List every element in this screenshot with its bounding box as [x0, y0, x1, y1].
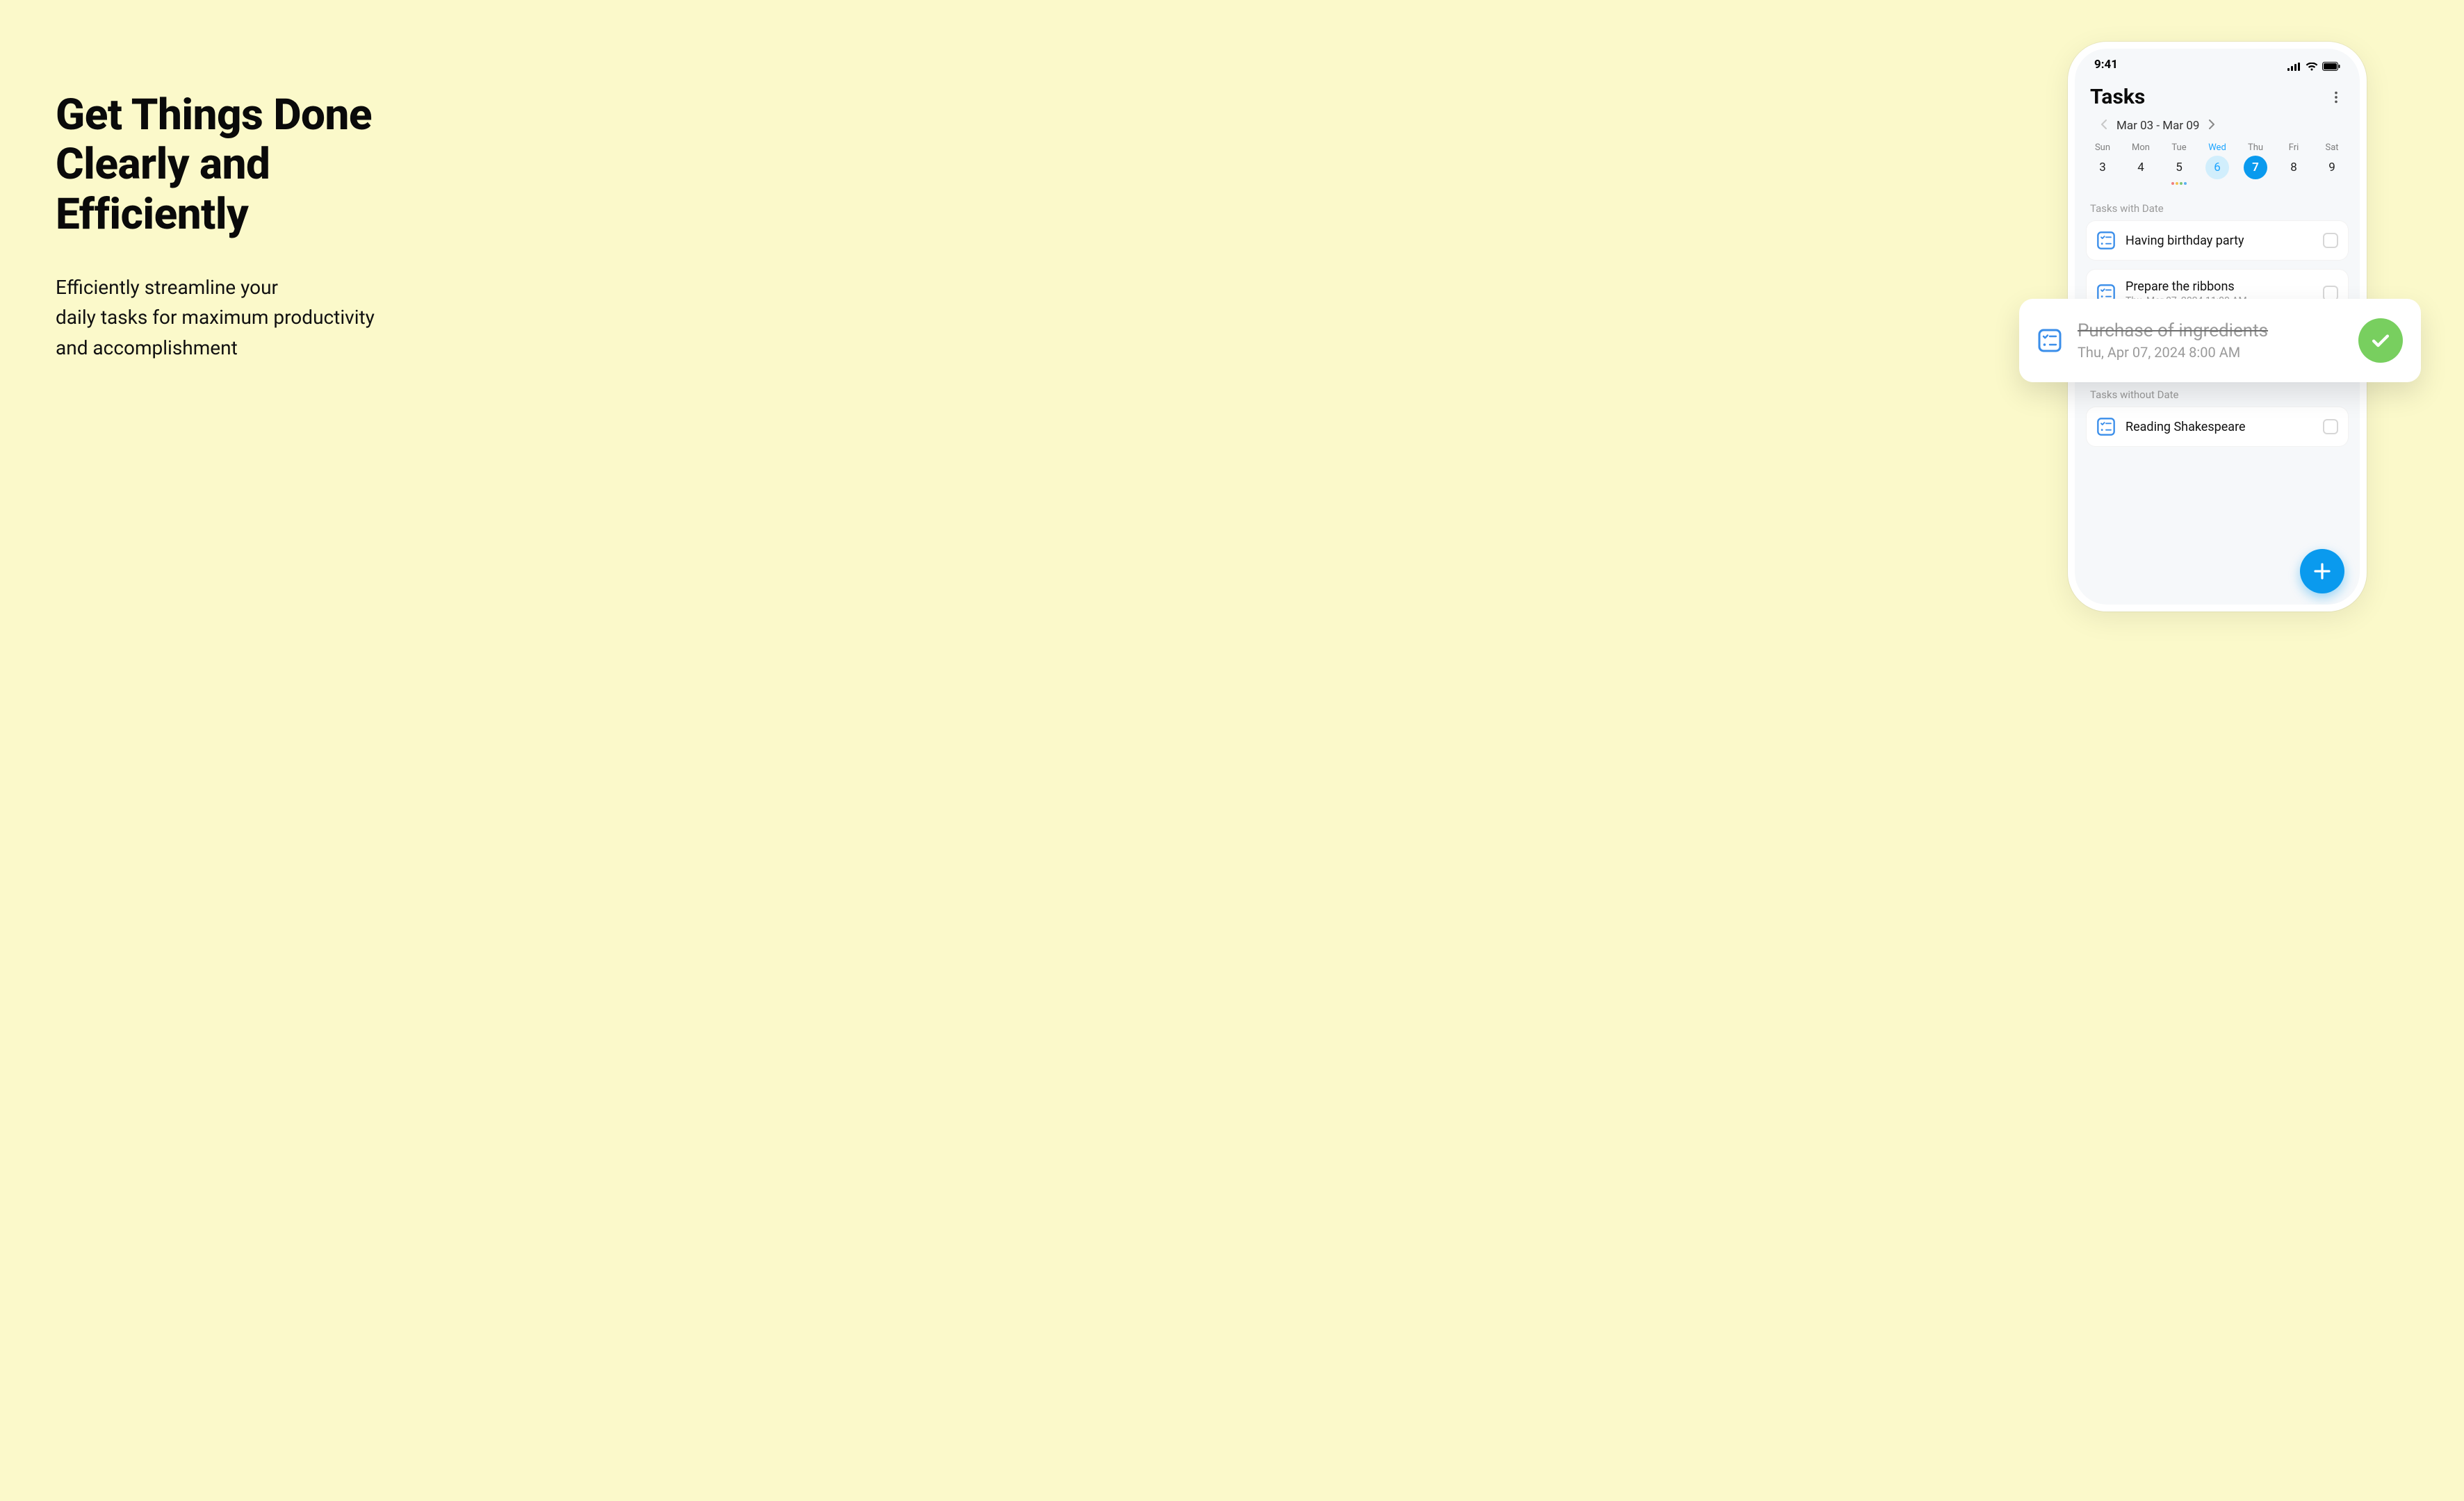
headline: Get Things Done Clearly and Efficiently — [56, 90, 500, 239]
day-event-dots — [2171, 182, 2187, 186]
subheadline: Efficiently streamline your daily tasks … — [56, 272, 500, 363]
day-fri[interactable]: Fri 8 — [2278, 142, 2309, 186]
day-wed[interactable]: Wed 6 — [2202, 142, 2233, 186]
date-range-label: Mar 03 - Mar 09 — [2116, 119, 2199, 133]
day-label: Mon — [2132, 142, 2150, 153]
headline-line-1: Get Things Done — [56, 90, 372, 140]
task-card[interactable]: Having birthday party — [2086, 220, 2349, 261]
subhead-line-2: daily tasks for maximum productivity — [56, 306, 375, 329]
day-sat[interactable]: Sat 9 — [2317, 142, 2347, 186]
day-label: Sun — [2095, 142, 2110, 153]
day-label: Thu — [2248, 142, 2263, 153]
chevron-left-icon — [2100, 120, 2107, 129]
cellular-signal-icon — [2287, 60, 2301, 69]
task-done-badge[interactable] — [2358, 318, 2403, 363]
task-title: Having birthday party — [2126, 233, 2313, 248]
subhead-line-1: Efficiently streamline your — [56, 276, 278, 299]
completed-task-meta: Thu, Apr 07, 2024 8:00 AM — [2078, 344, 2343, 361]
task-checkbox[interactable] — [2323, 233, 2338, 248]
status-time: 9:41 — [2094, 58, 2118, 72]
day-mon[interactable]: Mon 4 — [2126, 142, 2156, 186]
headline-line-3: Efficiently — [56, 189, 248, 240]
battery-icon — [2322, 60, 2340, 69]
completed-task-title: Purchase of ingredients — [2078, 320, 2343, 341]
task-title: Prepare the ribbons — [2126, 279, 2313, 294]
day-number: 8 — [2282, 156, 2306, 179]
day-number: 7 — [2244, 156, 2267, 179]
prev-week-button[interactable] — [2098, 119, 2110, 133]
page-title: Tasks — [2090, 85, 2145, 109]
day-label: Wed — [2208, 142, 2226, 153]
task-list-icon — [2096, 231, 2116, 250]
status-bar: 9:41 — [2075, 49, 2360, 81]
day-label: Fri — [2289, 142, 2299, 153]
wifi-icon — [2306, 60, 2318, 69]
day-tue[interactable]: Tue 5 — [2164, 142, 2194, 186]
day-label: Sat — [2325, 142, 2338, 153]
more-menu-button[interactable] — [2328, 89, 2344, 106]
day-number: 6 — [2205, 156, 2229, 179]
check-icon — [2369, 329, 2392, 352]
chevron-right-icon — [2208, 120, 2215, 129]
task-card[interactable]: Reading Shakespeare — [2086, 407, 2349, 447]
task-list-icon — [2096, 417, 2116, 436]
subhead-line-3: and accomplishment — [56, 336, 238, 359]
more-vertical-icon — [2328, 90, 2344, 105]
completed-task-popup[interactable]: Purchase of ingredients Thu, Apr 07, 202… — [2019, 299, 2421, 382]
day-number: 9 — [2320, 156, 2344, 179]
next-week-button[interactable] — [2206, 119, 2217, 133]
task-list-icon — [2037, 328, 2062, 353]
section-tasks-with-date: Tasks with Date — [2075, 195, 2360, 220]
day-sun[interactable]: Sun 3 — [2087, 142, 2118, 186]
day-number: 5 — [2167, 156, 2191, 179]
section-tasks-without-date: Tasks without Date — [2075, 382, 2360, 407]
day-thu[interactable]: Thu 7 — [2240, 142, 2271, 186]
task-title: Reading Shakespeare — [2126, 420, 2313, 434]
task-checkbox[interactable] — [2323, 419, 2338, 434]
day-label: Tue — [2171, 142, 2186, 153]
day-number: 4 — [2129, 156, 2153, 179]
headline-line-2: Clearly and — [56, 139, 270, 190]
add-task-button[interactable] — [2300, 549, 2344, 593]
day-number: 3 — [2091, 156, 2114, 179]
plus-icon — [2312, 561, 2333, 582]
